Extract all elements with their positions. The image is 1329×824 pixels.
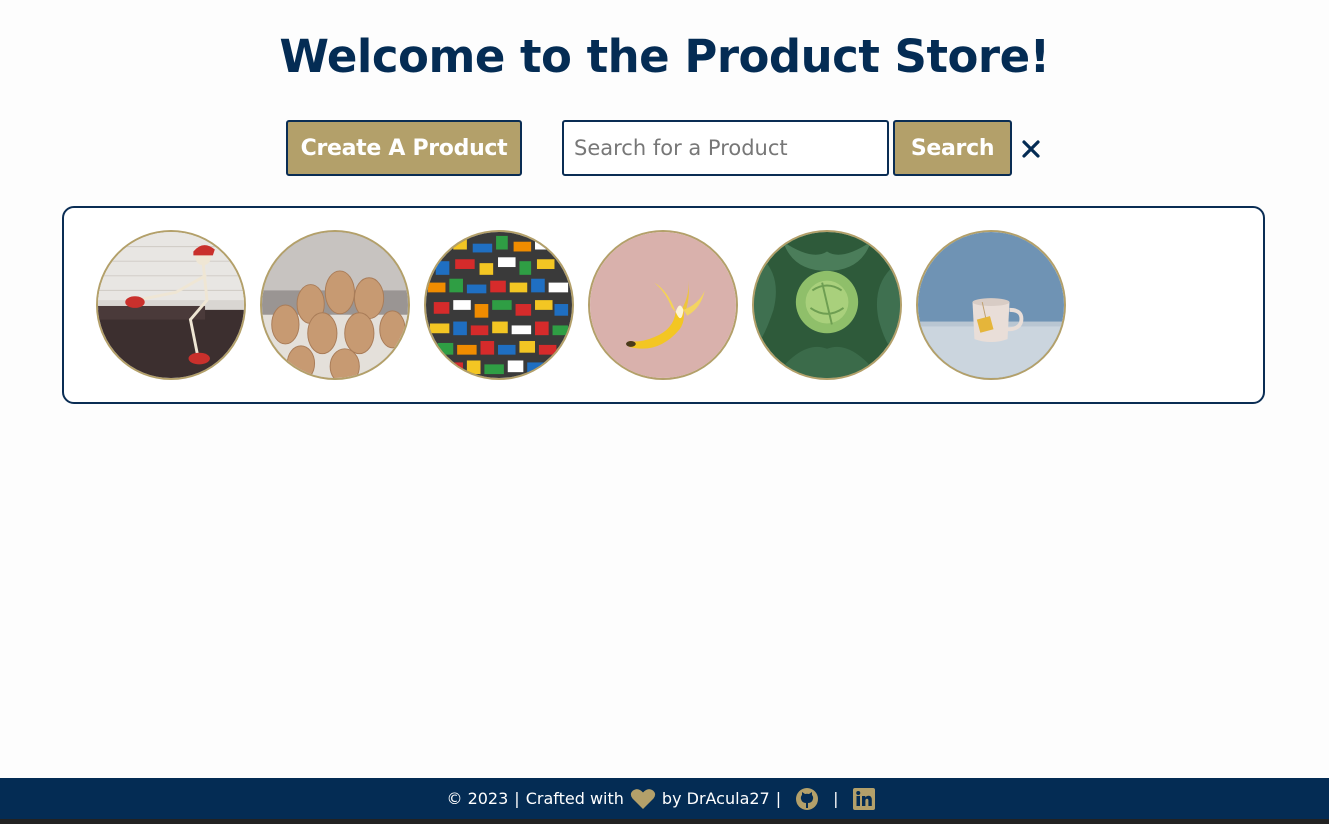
product-thumbnail-eggs[interactable] — [260, 230, 410, 380]
lego-image — [426, 232, 572, 378]
footer-separator: | — [775, 789, 782, 808]
window-bottom-strip — [0, 819, 1329, 824]
banana-image — [590, 232, 736, 378]
page-title: Welcome to the Product Store! — [279, 30, 1050, 83]
search-button[interactable]: Search — [893, 120, 1012, 176]
github-icon[interactable] — [795, 787, 819, 811]
product-thumbnail-lego[interactable] — [424, 230, 574, 380]
footer-separator: | — [514, 789, 520, 808]
create-product-button[interactable]: Create A Product — [286, 120, 522, 176]
heart-icon — [630, 788, 656, 810]
mug-image — [918, 232, 1064, 378]
product-thumbnail-banana[interactable] — [588, 230, 738, 380]
copyright-text: © 2023 — [446, 789, 509, 808]
eggs-image — [262, 232, 408, 378]
page: Welcome to the Product Store! Create A P… — [0, 0, 1329, 824]
clear-search-icon[interactable] — [1018, 134, 1044, 164]
footer-separator: | — [833, 789, 839, 808]
product-thumbnail-skeleton[interactable] — [96, 230, 246, 380]
product-thumbnail-mug[interactable] — [916, 230, 1066, 380]
search-input[interactable] — [562, 120, 889, 176]
footer: © 2023 | Crafted with by DrAcula27 | | — [0, 778, 1329, 819]
cabbage-image — [754, 232, 900, 378]
author-text: by DrAcula27 — [661, 789, 770, 808]
products-panel — [62, 206, 1265, 404]
crafted-text: Crafted with — [525, 789, 624, 808]
skeleton-image — [98, 232, 244, 378]
product-thumbnail-cabbage[interactable] — [752, 230, 902, 380]
linkedin-icon[interactable] — [852, 787, 875, 810]
